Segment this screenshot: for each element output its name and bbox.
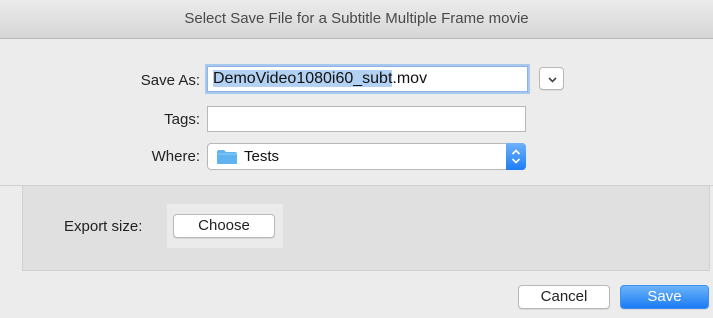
- stepper-button[interactable]: [506, 143, 526, 170]
- where-popup[interactable]: Tests: [207, 143, 526, 170]
- tags-label: Tags:: [164, 111, 200, 128]
- export-size-panel: Choose: [167, 204, 283, 248]
- where-label: Where:: [151, 148, 200, 165]
- folder-icon: [217, 150, 237, 164]
- save-button[interactable]: Save: [620, 285, 709, 309]
- window-title: Select Save File for a Subtitle Multiple…: [0, 0, 713, 39]
- filename-field[interactable]: DemoVideo1080i60_subt.mov: [207, 66, 528, 92]
- filename-selected-text: DemoVideo1080i60_subt: [213, 70, 393, 87]
- filename-extension: .mov: [392, 70, 428, 87]
- choose-button[interactable]: Choose: [173, 214, 275, 238]
- where-value: Tests: [244, 148, 280, 165]
- tags-field[interactable]: [207, 106, 526, 132]
- expand-button[interactable]: [539, 67, 564, 90]
- up-down-arrows-icon: [511, 149, 521, 164]
- export-size-label: Export size:: [64, 218, 143, 235]
- accessory-panel: Export size: Choose: [22, 185, 710, 271]
- save-as-label: Save As:: [140, 72, 200, 89]
- chevron-down-icon: [548, 77, 557, 83]
- cancel-button[interactable]: Cancel: [518, 285, 610, 309]
